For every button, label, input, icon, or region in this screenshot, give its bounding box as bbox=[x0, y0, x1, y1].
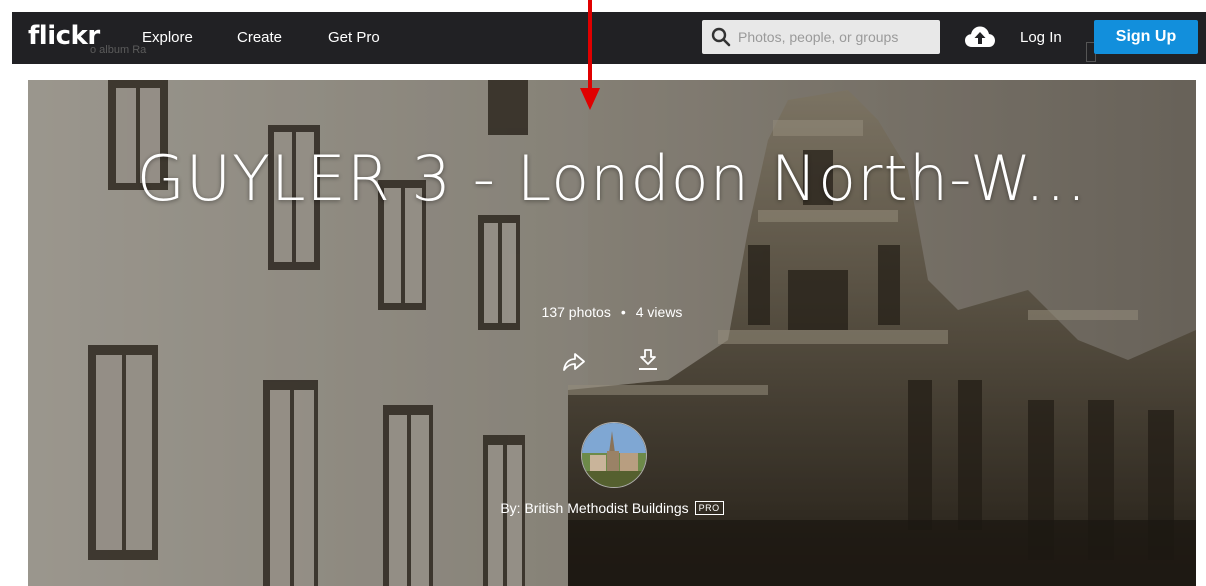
view-count: 4 views bbox=[635, 304, 683, 320]
search-input[interactable] bbox=[738, 20, 934, 54]
flickr-logo[interactable]: flickr bbox=[28, 21, 100, 51]
pro-badge: PRO bbox=[694, 501, 724, 515]
upload-cloud-icon[interactable] bbox=[964, 25, 996, 49]
avatar-image bbox=[582, 423, 646, 487]
login-link[interactable]: Log In bbox=[1020, 29, 1062, 46]
signup-button[interactable]: Sign Up bbox=[1094, 20, 1198, 54]
search-box[interactable] bbox=[702, 20, 940, 54]
share-icon[interactable] bbox=[562, 350, 586, 372]
owner-link[interactable]: By: British Methodist Buildings bbox=[500, 500, 688, 516]
download-icon[interactable] bbox=[636, 348, 660, 372]
top-navbar: flickr o album Ra Explore Create Get Pro… bbox=[12, 12, 1206, 64]
arrow-down-icon bbox=[580, 0, 600, 110]
photo-count: 137 photos bbox=[541, 304, 611, 320]
search-icon[interactable] bbox=[711, 27, 731, 47]
album-stats: 137 photos • 4 views bbox=[28, 304, 1196, 320]
nav-explore[interactable]: Explore bbox=[142, 29, 193, 46]
ghost-text: o album Ra bbox=[90, 44, 147, 56]
owner-byline: By: British Methodist Buildings PRO bbox=[28, 500, 1196, 516]
album-title: GUYLER 3 - London North-W... bbox=[136, 142, 1088, 215]
avatar[interactable] bbox=[581, 422, 647, 488]
album-hero: GUYLER 3 - London North-W... 137 photos •… bbox=[28, 80, 1196, 586]
nav-get-pro[interactable]: Get Pro bbox=[328, 29, 380, 46]
stats-separator: • bbox=[620, 304, 626, 320]
nav-create[interactable]: Create bbox=[237, 29, 282, 46]
